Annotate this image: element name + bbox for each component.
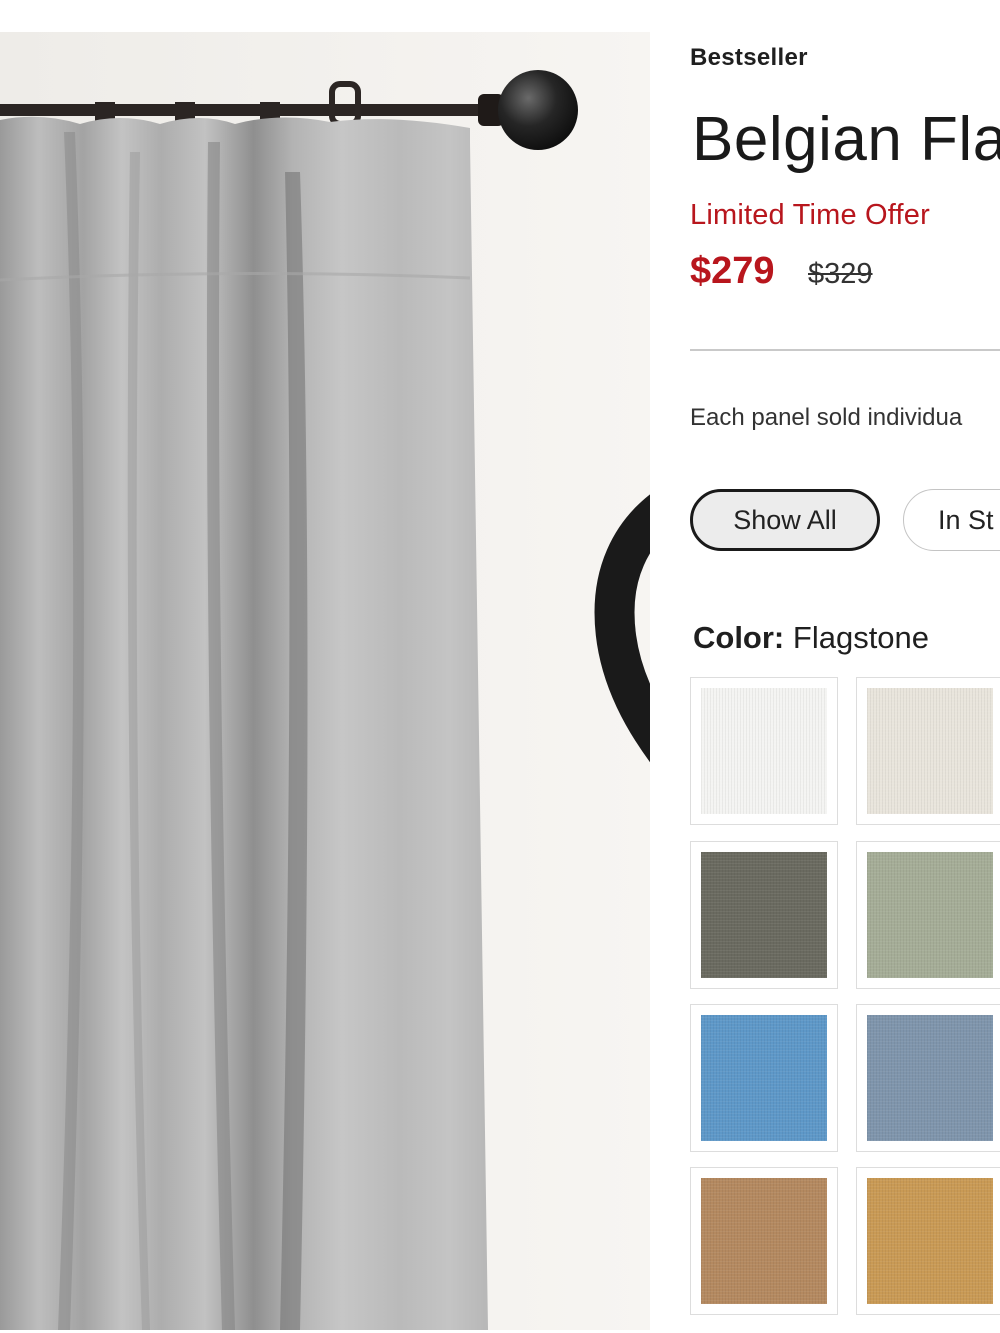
wishlist-button[interactable]: [577, 82, 650, 763]
color-swatch[interactable]: [690, 677, 838, 825]
selected-color-name: Flagstone: [792, 620, 930, 655]
panel-note: Each panel sold individua: [690, 404, 963, 431]
product-details: Bestseller Belgian Fla Limited Time Offe…: [690, 0, 1000, 1333]
product-image: [0, 32, 650, 1330]
product-title: Belgian Fla: [692, 105, 1000, 174]
sale-price: $279: [690, 250, 775, 292]
heart-outline-icon: [594, 494, 650, 763]
swatch-chip: [701, 1178, 827, 1304]
curtain-photo: [0, 32, 650, 1330]
swatch-chip: [701, 688, 827, 814]
swatch-chip: [867, 852, 993, 978]
color-label-prefix: Color:: [693, 620, 785, 655]
color-swatch[interactable]: [690, 1167, 838, 1315]
promo-label: Limited Time Offer: [690, 199, 930, 231]
color-swatch[interactable]: [856, 1167, 1000, 1315]
color-label: Color: Flagstone: [693, 620, 929, 656]
bestseller-badge: Bestseller: [690, 44, 808, 71]
swatch-chip: [867, 688, 993, 814]
divider: [690, 349, 1000, 351]
color-swatch[interactable]: [856, 1004, 1000, 1152]
original-price: $329: [808, 258, 873, 290]
color-swatch[interactable]: [690, 841, 838, 989]
color-swatch[interactable]: [856, 841, 1000, 989]
in-stock-button[interactable]: In St: [903, 489, 1000, 551]
color-swatch[interactable]: [856, 677, 1000, 825]
swatch-chip: [867, 1015, 993, 1141]
swatch-chip: [701, 1015, 827, 1141]
color-swatch[interactable]: [690, 1004, 838, 1152]
swatch-chip: [867, 1178, 993, 1304]
swatch-chip: [701, 852, 827, 978]
show-all-button[interactable]: Show All: [690, 489, 880, 551]
